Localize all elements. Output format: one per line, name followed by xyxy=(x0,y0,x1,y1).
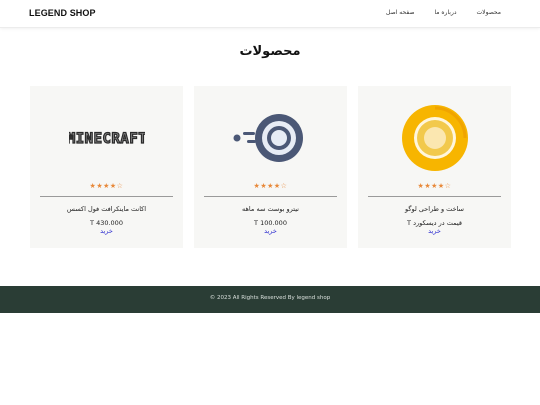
page-title: محصولات xyxy=(239,44,301,59)
rating-stars: ★★★★☆ xyxy=(89,182,124,190)
minecraft-logo-icon: MINECRAFT xyxy=(30,98,183,178)
product-card[interactable]: ★★★★☆ ساخت و طراحی لوگو قیمت در دیسکورد … xyxy=(358,86,511,248)
rating-stars: ★★★★☆ xyxy=(417,182,452,190)
product-name: نیترو بوست سه ماهه xyxy=(242,205,299,213)
product-grid: ★★★★☆ ساخت و طراحی لوگو قیمت در دیسکورد … xyxy=(30,86,511,248)
brand-logo[interactable]: LEGEND SHOP xyxy=(29,8,96,18)
copyright-text: © 2023 All Rights Reserved By legend sho… xyxy=(209,295,331,301)
divider xyxy=(40,196,173,197)
navbar: LEGEND SHOP محصولات درباره ما صفحه اصل xyxy=(0,0,540,28)
product-name: ساخت و طراحی لوگو xyxy=(405,205,464,213)
rating-stars: ★★★★☆ xyxy=(253,182,288,190)
android-oreo-logo-icon xyxy=(358,98,511,178)
product-card[interactable]: ★★★★☆ نیترو بوست سه ماهه 100.000 T خرید xyxy=(194,86,347,248)
product-price: 100.000 T xyxy=(254,219,287,227)
nav-item-products[interactable]: محصولات xyxy=(477,9,501,16)
svg-text:MINECRAFT: MINECRAFT xyxy=(69,131,145,147)
discord-nitro-logo-icon xyxy=(194,98,347,178)
product-price: 430.000 T xyxy=(90,219,123,227)
divider xyxy=(368,196,501,197)
footer: © 2023 All Rights Reserved By legend sho… xyxy=(0,286,540,313)
product-card[interactable]: MINECRAFT ★★★★☆ اکانت ماینکرافت فول اکسس… xyxy=(30,86,183,248)
buy-link[interactable]: خرید xyxy=(30,227,183,235)
nav-links: محصولات درباره ما صفحه اصل xyxy=(386,9,501,16)
buy-link[interactable]: خرید xyxy=(194,227,347,235)
product-name: اکانت ماینکرافت فول اکسس xyxy=(66,205,147,213)
buy-link[interactable]: خرید xyxy=(358,227,511,235)
product-price: قیمت در دیسکورد T xyxy=(407,219,462,227)
nav-item-about[interactable]: درباره ما xyxy=(434,9,456,16)
nav-item-home[interactable]: صفحه اصل xyxy=(386,9,414,16)
divider xyxy=(204,196,337,197)
